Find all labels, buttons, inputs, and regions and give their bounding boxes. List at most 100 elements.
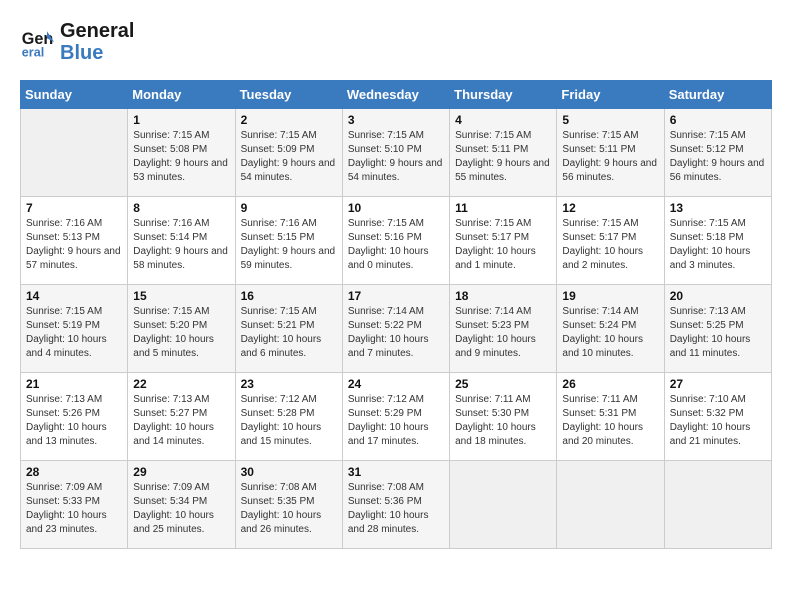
day-number: 31 [348, 465, 444, 479]
cell-info: Sunrise: 7:14 AMSunset: 5:23 PMDaylight:… [455, 305, 551, 361]
day-number: 24 [348, 377, 444, 391]
logo-text-line1: General [60, 20, 134, 42]
calendar-cell: 26Sunrise: 7:11 AMSunset: 5:31 PMDayligh… [557, 373, 664, 461]
calendar-header: SundayMondayTuesdayWednesdayThursdayFrid… [21, 81, 772, 109]
calendar-cell: 25 Sunrise: 7:11 AMSunset: 5:30 PMDayligh… [450, 373, 557, 461]
calendar-cell: 22 Sunrise: 7:13 AMSunset: 5:27 PMDayligh… [128, 373, 235, 461]
weekday-header: Wednesday [342, 81, 449, 109]
cell-info: Sunrise: 7:15 AMSunset: 5:21 PMDaylight:… [241, 305, 337, 361]
cell-info: Sunrise: 7:08 AMSunset: 5:36 PMDaylight:… [348, 481, 444, 537]
day-number: 4 [455, 113, 551, 127]
day-number: 27 [670, 377, 766, 391]
calendar-cell: 24 Sunrise: 7:12 AMSunset: 5:29 PMDayligh… [342, 373, 449, 461]
weekday-header: Saturday [664, 81, 771, 109]
day-number: 2 [241, 113, 337, 127]
calendar-cell: 6 Sunrise: 7:15 AMSunset: 5:12 PMDaylight… [664, 109, 771, 197]
calendar-cell: 31 Sunrise: 7:08 AMSunset: 5:36 PMDayligh… [342, 461, 449, 549]
weekday-header: Thursday [450, 81, 557, 109]
calendar-cell: 4 Sunrise: 7:15 AMSunset: 5:11 PMDaylight… [450, 109, 557, 197]
cell-info: Sunrise: 7:15 AMSunset: 5:09 PMDaylight:… [241, 129, 337, 185]
cell-info: Sunrise: 7:13 AMSunset: 5:25 PMDaylight:… [670, 305, 766, 361]
calendar-cell: 8 Sunrise: 7:16 AMSunset: 5:14 PMDaylight… [128, 197, 235, 285]
day-number: 13 [670, 201, 766, 215]
cell-info: Sunrise: 7:09 AMSunset: 5:33 PMDaylight:… [26, 481, 122, 537]
calendar-cell [664, 461, 771, 549]
calendar-cell: 12 Sunrise: 7:15 AMSunset: 5:17 PMDayligh… [557, 197, 664, 285]
logo-icon: Gen eral [20, 24, 56, 60]
cell-info: Sunrise: 7:12 AMSunset: 5:28 PMDaylight:… [241, 393, 337, 449]
cell-info: Sunrise: 7:16 AMSunset: 5:13 PMDaylight:… [26, 217, 122, 273]
day-number: 23 [241, 377, 337, 391]
day-number: 25 [455, 377, 551, 391]
weekday-header: Tuesday [235, 81, 342, 109]
calendar-cell [21, 109, 128, 197]
day-number: 14 [26, 289, 122, 303]
cell-info: Sunrise: 7:08 AMSunset: 5:35 PMDaylight:… [241, 481, 337, 537]
page-header: Gen eral General Blue [20, 20, 772, 64]
day-number: 5 [562, 113, 658, 127]
calendar-cell: 18 Sunrise: 7:14 AMSunset: 5:23 PMDayligh… [450, 285, 557, 373]
weekday-header: Monday [128, 81, 235, 109]
calendar-week-row: 1 Sunrise: 7:15 AMSunset: 5:08 PMDaylight… [21, 109, 772, 197]
calendar-cell: 20 Sunrise: 7:13 AMSunset: 5:25 PMDayligh… [664, 285, 771, 373]
cell-info: Sunrise: 7:15 AMSunset: 5:17 PMDaylight:… [562, 217, 658, 273]
calendar-cell: 9 Sunrise: 7:16 AMSunset: 5:15 PMDaylight… [235, 197, 342, 285]
logo-text-line2: Blue [60, 42, 134, 64]
cell-info: Sunrise: 7:15 AMSunset: 5:19 PMDaylight:… [26, 305, 122, 361]
cell-info: Sunrise: 7:16 AMSunset: 5:15 PMDaylight:… [241, 217, 337, 273]
calendar-cell: 7Sunrise: 7:16 AMSunset: 5:13 PMDaylight… [21, 197, 128, 285]
calendar-cell: 29Sunrise: 7:09 AMSunset: 5:34 PMDayligh… [128, 461, 235, 549]
day-number: 21 [26, 377, 122, 391]
day-number: 19 [562, 289, 658, 303]
calendar-cell [450, 461, 557, 549]
logo: Gen eral General Blue [20, 20, 134, 64]
cell-info: Sunrise: 7:15 AMSunset: 5:12 PMDaylight:… [670, 129, 766, 185]
cell-info: Sunrise: 7:15 AMSunset: 5:16 PMDaylight:… [348, 217, 444, 273]
calendar-week-row: 28 Sunrise: 7:09 AMSunset: 5:33 PMDayligh… [21, 461, 772, 549]
cell-info: Sunrise: 7:15 AMSunset: 5:08 PMDaylight:… [133, 129, 229, 185]
calendar-cell: 1 Sunrise: 7:15 AMSunset: 5:08 PMDaylight… [128, 109, 235, 197]
day-number: 22 [133, 377, 229, 391]
day-number: 8 [133, 201, 229, 215]
cell-info: Sunrise: 7:11 AMSunset: 5:30 PMDaylight:… [455, 393, 551, 449]
svg-text:eral: eral [22, 45, 44, 59]
calendar-week-row: 21 Sunrise: 7:13 AMSunset: 5:26 PMDayligh… [21, 373, 772, 461]
day-number: 28 [26, 465, 122, 479]
header-row: SundayMondayTuesdayWednesdayThursdayFrid… [21, 81, 772, 109]
cell-info: Sunrise: 7:15 AMSunset: 5:20 PMDaylight:… [133, 305, 229, 361]
day-number: 15 [133, 289, 229, 303]
calendar-cell [557, 461, 664, 549]
cell-info: Sunrise: 7:14 AMSunset: 5:24 PMDaylight:… [562, 305, 658, 361]
calendar-cell: 13Sunrise: 7:15 AMSunset: 5:18 PMDayligh… [664, 197, 771, 285]
calendar-body: 1 Sunrise: 7:15 AMSunset: 5:08 PMDaylight… [21, 109, 772, 549]
day-number: 10 [348, 201, 444, 215]
cell-info: Sunrise: 7:13 AMSunset: 5:27 PMDaylight:… [133, 393, 229, 449]
cell-info: Sunrise: 7:09 AMSunset: 5:34 PMDaylight:… [133, 481, 229, 537]
cell-info: Sunrise: 7:13 AMSunset: 5:26 PMDaylight:… [26, 393, 122, 449]
day-number: 6 [670, 113, 766, 127]
weekday-header: Friday [557, 81, 664, 109]
calendar-cell: 19 Sunrise: 7:14 AMSunset: 5:24 PMDayligh… [557, 285, 664, 373]
day-number: 9 [241, 201, 337, 215]
cell-info: Sunrise: 7:15 AMSunset: 5:17 PMDaylight:… [455, 217, 551, 273]
cell-info: Sunrise: 7:12 AMSunset: 5:29 PMDaylight:… [348, 393, 444, 449]
day-number: 18 [455, 289, 551, 303]
calendar-cell: 15 Sunrise: 7:15 AMSunset: 5:20 PMDayligh… [128, 285, 235, 373]
day-number: 12 [562, 201, 658, 215]
calendar-cell: 14 Sunrise: 7:15 AMSunset: 5:19 PMDayligh… [21, 285, 128, 373]
calendar-cell: 17Sunrise: 7:14 AMSunset: 5:22 PMDayligh… [342, 285, 449, 373]
day-number: 1 [133, 113, 229, 127]
cell-info: Sunrise: 7:11 AMSunset: 5:31 PMDaylight:… [562, 393, 658, 449]
cell-info: Sunrise: 7:16 AMSunset: 5:14 PMDaylight:… [133, 217, 229, 273]
day-number: 17 [348, 289, 444, 303]
calendar-week-row: 7Sunrise: 7:16 AMSunset: 5:13 PMDaylight… [21, 197, 772, 285]
calendar-cell: 27 Sunrise: 7:10 AMSunset: 5:32 PMDayligh… [664, 373, 771, 461]
day-number: 20 [670, 289, 766, 303]
calendar-cell: 28 Sunrise: 7:09 AMSunset: 5:33 PMDayligh… [21, 461, 128, 549]
cell-info: Sunrise: 7:10 AMSunset: 5:32 PMDaylight:… [670, 393, 766, 449]
cell-info: Sunrise: 7:15 AMSunset: 5:11 PMDaylight:… [562, 129, 658, 185]
calendar-cell: 11 Sunrise: 7:15 AMSunset: 5:17 PMDayligh… [450, 197, 557, 285]
weekday-header: Sunday [21, 81, 128, 109]
day-number: 11 [455, 201, 551, 215]
cell-info: Sunrise: 7:15 AMSunset: 5:11 PMDaylight:… [455, 129, 551, 185]
